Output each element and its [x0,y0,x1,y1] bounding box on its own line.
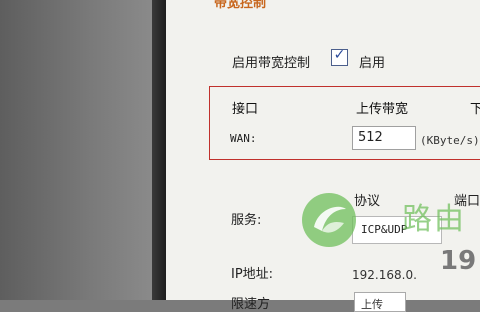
col-interface-header: 接口 [232,102,259,117]
section-title: 带宽控制 [214,0,267,11]
col-download-header: 下 [470,102,480,117]
watermark-text: 路由 [402,202,466,237]
window-edge [152,0,166,300]
next-label: 限速方 [231,297,271,312]
wan-label: WAN: [230,132,257,145]
service-label: 服务: [231,213,262,228]
upload-bandwidth-input[interactable]: 512 [352,126,416,150]
ip-label: IP地址: [231,267,274,282]
watermark-number: 19 [440,246,477,276]
enable-label: 启用带宽控制 [232,56,311,71]
direction-select[interactable]: 上传 [354,292,406,312]
check-icon: ✓ [333,47,346,63]
enable-checkbox[interactable]: ✓ [331,47,348,66]
background-frame [0,0,152,300]
enable-checkbox-label: 启用 [359,56,386,71]
ip-input[interactable]: 192.168.0. [352,268,417,282]
unit-label: (KByte/s) [420,134,480,147]
col-upload-header: 上传带宽 [356,102,409,117]
watermark-logo-icon [302,193,356,247]
